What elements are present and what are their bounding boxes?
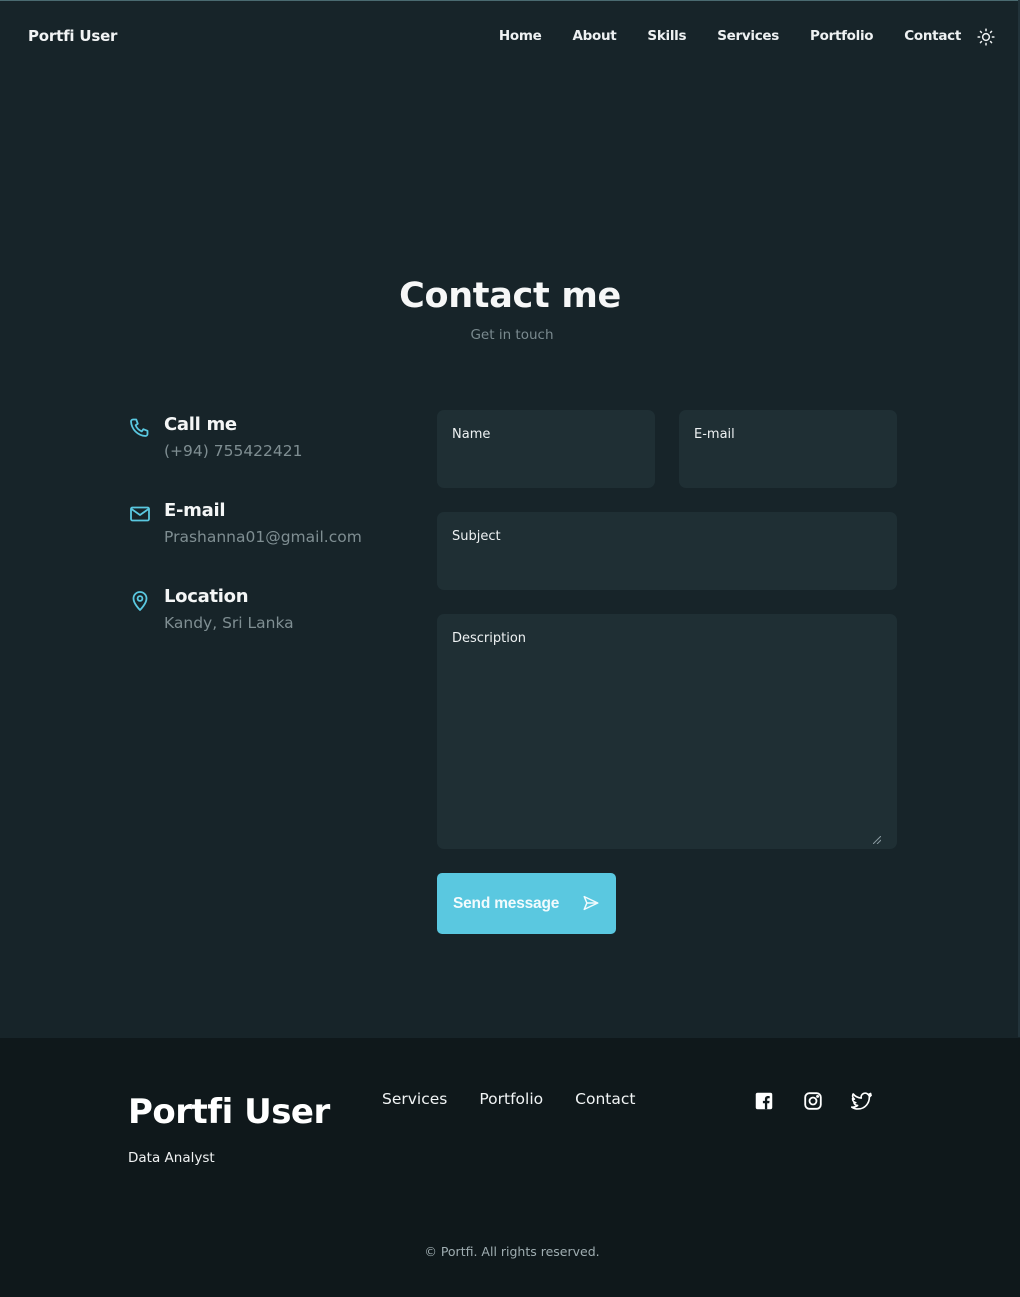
location-text: Kandy, Sri Lanka xyxy=(164,614,294,632)
site-footer: Portfi User Data Analyst Services Portfo… xyxy=(0,1038,1020,1297)
site-logo[interactable]: Portfi User xyxy=(28,27,117,45)
name-label: Name xyxy=(452,427,491,442)
nav-portfolio[interactable]: Portfolio xyxy=(810,28,874,44)
send-message-button[interactable]: Send message xyxy=(437,873,616,934)
footer-link-services[interactable]: Services xyxy=(382,1090,447,1108)
twitter-icon[interactable] xyxy=(851,1090,873,1112)
sun-icon[interactable] xyxy=(977,28,995,46)
contact-label: E-mail xyxy=(164,500,226,521)
email-input[interactable] xyxy=(694,450,882,478)
phone-number: (+94) 755422421 xyxy=(164,442,303,460)
subject-label: Subject xyxy=(452,529,501,544)
resize-grip-icon[interactable] xyxy=(872,829,882,845)
name-input[interactable] xyxy=(452,450,640,478)
subject-field[interactable]: Subject xyxy=(437,512,897,590)
section-subtitle: Get in touch xyxy=(470,327,554,343)
email-field[interactable]: E-mail xyxy=(679,410,897,488)
footer-link-contact[interactable]: Contact xyxy=(575,1090,635,1108)
footer-role: Data Analyst xyxy=(128,1150,215,1166)
instagram-icon[interactable] xyxy=(802,1090,824,1112)
contact-label: Location xyxy=(164,586,249,607)
location-pin-icon xyxy=(128,588,152,612)
nav-services[interactable]: Services xyxy=(717,28,779,44)
description-field[interactable]: Description xyxy=(437,614,897,849)
contact-label: Call me xyxy=(164,414,237,435)
nav-home[interactable]: Home xyxy=(499,28,542,44)
mail-icon xyxy=(128,502,152,526)
nav-about[interactable]: About xyxy=(572,28,616,44)
send-message-label: Send message xyxy=(453,894,560,912)
email-address: Prashanna01@gmail.com xyxy=(164,528,362,546)
section-title: Contact me xyxy=(399,276,621,316)
name-field[interactable]: Name xyxy=(437,410,655,488)
copyright-text: © Portfi. All rights reserved. xyxy=(424,1244,600,1259)
facebook-icon[interactable] xyxy=(753,1090,775,1112)
nav-skills[interactable]: Skills xyxy=(647,28,686,44)
footer-links: Services Portfolio Contact xyxy=(382,1090,635,1108)
site-header: Portfi User Home About Skills Services P… xyxy=(0,0,1020,74)
phone-icon xyxy=(128,416,152,440)
description-label: Description xyxy=(452,631,527,646)
send-icon xyxy=(583,895,599,911)
footer-link-portfolio[interactable]: Portfolio xyxy=(479,1090,543,1108)
main-nav: Home About Skills Services Portfolio Con… xyxy=(499,28,961,44)
description-textarea[interactable] xyxy=(452,654,882,839)
footer-brand: Portfi User xyxy=(128,1092,330,1132)
nav-contact[interactable]: Contact xyxy=(904,28,961,44)
email-label: E-mail xyxy=(694,427,735,442)
subject-input[interactable] xyxy=(452,552,882,580)
